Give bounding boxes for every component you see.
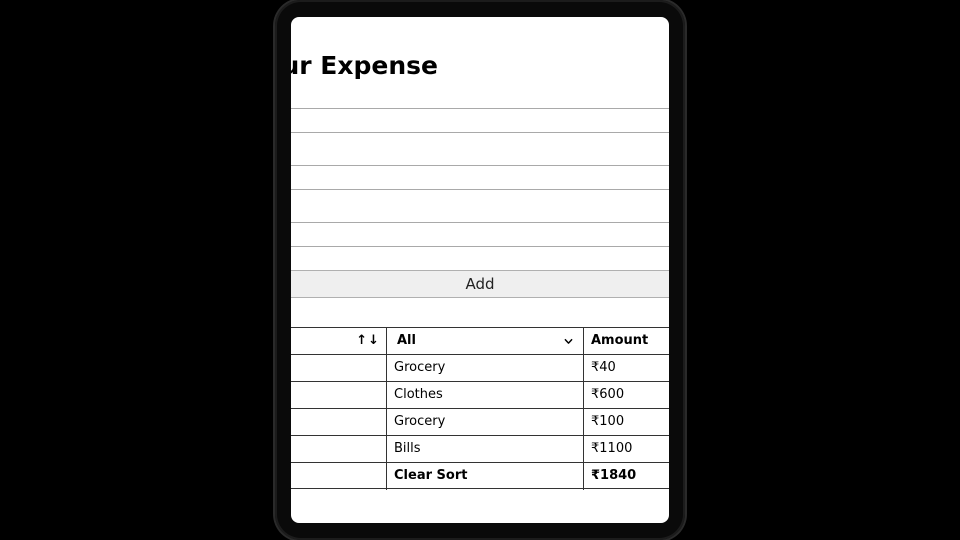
- amount-input[interactable]: [291, 189, 669, 222]
- amount-header: Amount: [591, 333, 649, 348]
- page-title: Add Your Expense: [291, 51, 438, 80]
- category-cell: Bills: [387, 436, 584, 462]
- category-cell: Grocery: [387, 409, 584, 435]
- amount-cell: ₹600: [591, 387, 625, 402]
- expense-table: ↑↓ All Amount Grocery ₹40 Clothes ₹600 G…: [291, 327, 669, 490]
- category-cell: Clothes: [387, 382, 584, 408]
- title-cell: [291, 382, 387, 408]
- table-row: Grocery ₹40: [291, 355, 669, 382]
- total-amount: ₹1840: [591, 468, 637, 483]
- form-label-amount: [291, 165, 669, 189]
- form-label-title: [291, 108, 669, 132]
- table-row: Clothes ₹600: [291, 382, 669, 409]
- sort-down-icon[interactable]: ↓: [368, 333, 380, 348]
- table-footer-row: Clear Sort ₹1840: [291, 463, 669, 490]
- app-screen: Add Your Expense Add ↑↓ All Amount Groc: [291, 17, 669, 523]
- table-header-row: ↑↓ All Amount: [291, 328, 669, 355]
- title-cell: [291, 355, 387, 381]
- title-cell: [291, 436, 387, 462]
- table-row: Grocery ₹100: [291, 409, 669, 436]
- chevron-down-icon: [564, 338, 573, 344]
- title-input[interactable]: [291, 132, 669, 165]
- amount-cell: ₹1100: [591, 441, 633, 456]
- amount-cell: ₹40: [591, 360, 616, 375]
- category-filter-select[interactable]: All: [387, 328, 584, 354]
- sort-up-icon[interactable]: ↑: [356, 333, 368, 348]
- title-cell: [291, 409, 387, 435]
- form-label-category: [291, 222, 669, 246]
- category-filter-value: All: [397, 333, 416, 348]
- add-button[interactable]: Add: [291, 270, 669, 298]
- title-header: ↑↓: [291, 328, 387, 354]
- amount-cell: ₹100: [591, 414, 625, 429]
- sort-controls: ↑↓: [356, 328, 380, 354]
- footer-title-cell: [291, 463, 387, 490]
- clear-sort-button[interactable]: Clear Sort: [387, 463, 584, 490]
- category-select[interactable]: [291, 246, 669, 270]
- category-cell: Grocery: [387, 355, 584, 381]
- table-row: Bills ₹1100: [291, 436, 669, 463]
